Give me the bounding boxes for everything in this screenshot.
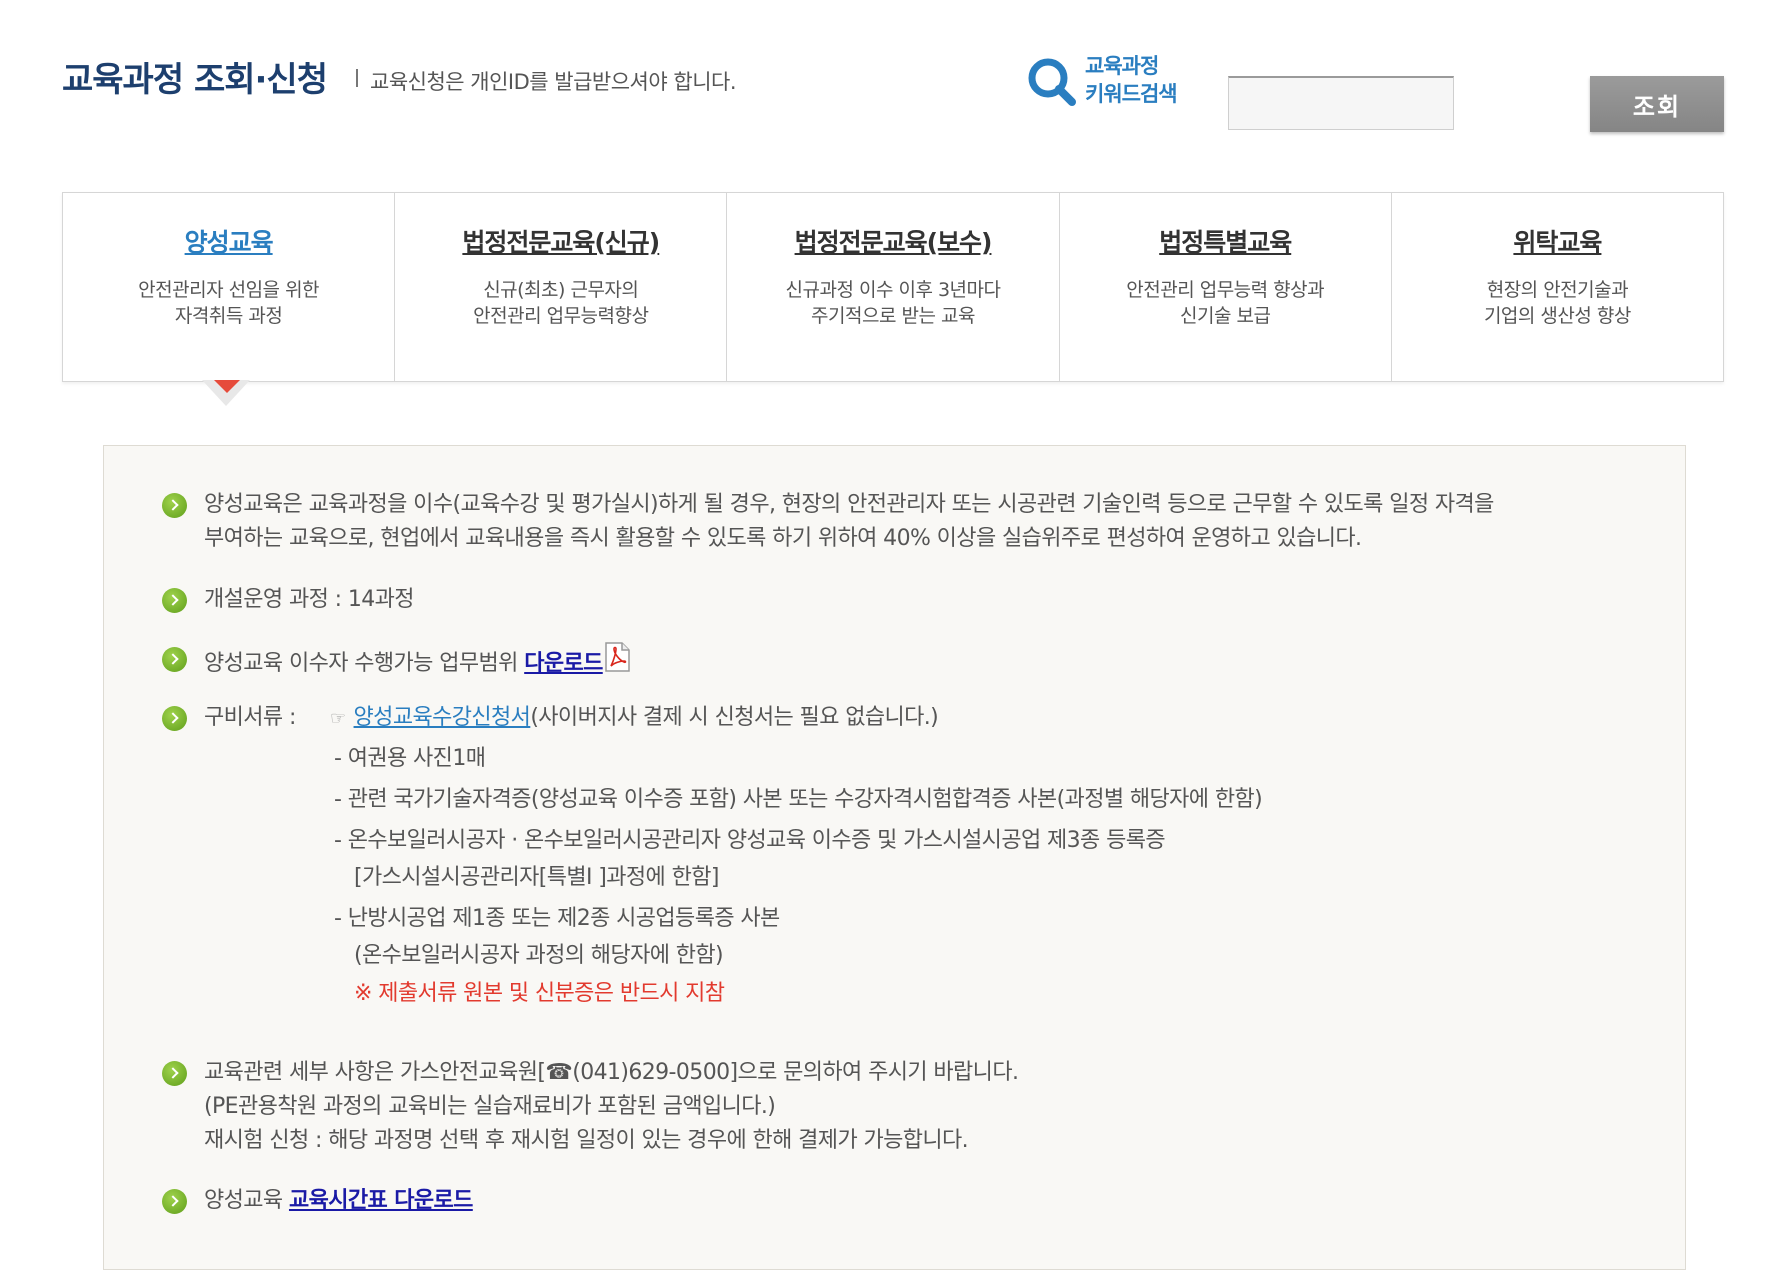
search-label-line1: 교육과정 bbox=[1085, 54, 1159, 78]
form-note: (사이버지사 결제 시 신청서는 필요 없습니다.) bbox=[530, 705, 939, 730]
documents-form-line: ☞ 양성교육수강신청서(사이버지사 결제 시 신청서는 필요 없습니다.) bbox=[330, 701, 939, 736]
tab-legal-refresher[interactable]: 법정전문교육(보수) 신규과정 이수 이후 3년마다 주기적으로 받는 교육 bbox=[727, 193, 1060, 381]
doc-item: - 난방시공업 제1종 또는 제2종 시공업등록증 사본 bbox=[334, 906, 780, 931]
green-arrow-bullet-icon bbox=[162, 1061, 187, 1086]
documents-warning: ※ 제출서류 원본 및 신분증은 반드시 지참 bbox=[354, 981, 725, 1006]
page-title: 교육과정 조회·신청 bbox=[62, 60, 328, 100]
course-count: 개설운영 과정 : 14과정 bbox=[204, 587, 415, 612]
tab-title[interactable]: 법정전문교육(보수) bbox=[795, 223, 993, 259]
tab-title[interactable]: 법정전문교육(신규) bbox=[462, 223, 660, 259]
tab-desc-line: 자격취득 과정 bbox=[174, 305, 283, 327]
search-icon bbox=[1028, 58, 1076, 106]
green-arrow-bullet-icon bbox=[162, 647, 187, 672]
pointing-hand-icon: ☞ bbox=[330, 708, 346, 729]
search-label-line2: 키워드검색 bbox=[1085, 82, 1178, 106]
course-info-box: 양성교육은 교육과정을 이수(교육수강 및 평가실시)하게 될 경우, 현장의 … bbox=[103, 445, 1686, 1270]
info-item-courses: 개설운영 과정 : 14과정 bbox=[162, 583, 415, 617]
info-item-intro: 양성교육은 교육과정을 이수(교육수강 및 평가실시)하게 될 경우, 현장의 … bbox=[162, 488, 1494, 556]
keyword-search-input[interactable] bbox=[1228, 76, 1454, 130]
active-tab-arrow-icon bbox=[214, 380, 240, 393]
title-divider bbox=[356, 69, 358, 87]
tab-consignment[interactable]: 위탁교육 현장의 안전기술과 기업의 생산성 향상 bbox=[1392, 193, 1723, 381]
green-arrow-bullet-icon bbox=[162, 1189, 187, 1214]
contact-line: (PE관용착원 과정의 교육비는 실습재료비가 포함된 금액입니다.) bbox=[204, 1094, 776, 1119]
tab-legal-special[interactable]: 법정특별교육 안전관리 업무능력 향상과 신기술 보급 bbox=[1060, 193, 1392, 381]
info-item-documents: 구비서류 : bbox=[162, 701, 296, 735]
tab-title[interactable]: 위탁교육 bbox=[1513, 223, 1602, 259]
course-category-tabs: 양성교육 안전관리자 선임을 위한 자격취득 과정 법정전문교육(신규) 신규(… bbox=[62, 192, 1724, 382]
tab-legal-new[interactable]: 법정전문교육(신규) 신규(최초) 근무자의 안전관리 업무능력향상 bbox=[395, 193, 728, 381]
tab-desc-line: 주기적으로 받는 교육 bbox=[811, 305, 975, 327]
tab-title[interactable]: 법정특별교육 bbox=[1159, 223, 1292, 259]
search-button[interactable]: 조회 bbox=[1590, 76, 1724, 132]
tab-desc: 신규(최초) 근무자의 안전관리 업무능력향상 bbox=[395, 277, 726, 329]
doc-item-cont: (온수보일러시공자 과정의 해당자에 한함) bbox=[354, 943, 724, 968]
tab-desc-line: 신규과정 이수 이후 3년마다 bbox=[785, 279, 1002, 301]
tab-desc: 안전관리 업무능력 향상과 신기술 보급 bbox=[1060, 277, 1391, 329]
application-form-link[interactable]: 양성교육수강신청서 bbox=[354, 705, 531, 730]
intro-line: 부여하는 교육으로, 현업에서 교육내용을 즉시 활용할 수 있도록 하기 위하… bbox=[204, 526, 1362, 551]
info-item-timetable: 양성교육 교육시간표 다운로드 bbox=[162, 1184, 473, 1218]
id-notice: 교육신청은 개인ID를 발급받으셔야 합니다. bbox=[370, 70, 737, 94]
contact-line: 교육관련 세부 사항은 가스안전교육원[☎(041)629-0500]으로 문의… bbox=[204, 1060, 1019, 1085]
contact-line: 재시험 신청 : 해당 과정명 선택 후 재시험 일정이 있는 경우에 한해 결… bbox=[204, 1128, 969, 1153]
green-arrow-bullet-icon bbox=[162, 493, 187, 518]
tab-desc: 신규과정 이수 이후 3년마다 주기적으로 받는 교육 bbox=[727, 277, 1058, 329]
doc-item: - 관련 국가기술자격증(양성교육 이수증 포함) 사본 또는 수강자격시험합격… bbox=[334, 787, 1263, 812]
tab-desc: 안전관리자 선임을 위한 자격취득 과정 bbox=[63, 277, 394, 329]
documents-label: 구비서류 : bbox=[204, 705, 296, 730]
green-arrow-bullet-icon bbox=[162, 588, 187, 613]
tab-desc: 현장의 안전기술과 기업의 생산성 향상 bbox=[1392, 277, 1723, 329]
tab-desc-line: 현장의 안전기술과 bbox=[1486, 279, 1629, 301]
tab-desc-line: 신기술 보급 bbox=[1179, 305, 1271, 327]
tab-desc-line: 안전관리 업무능력향상 bbox=[473, 305, 649, 327]
pdf-icon[interactable] bbox=[604, 642, 630, 672]
tab-desc-line: 안전관리자 선임을 위한 bbox=[138, 279, 320, 301]
timetable-label: 양성교육 bbox=[204, 1188, 283, 1213]
tab-desc-line: 기업의 생산성 향상 bbox=[1483, 305, 1631, 327]
tab-title[interactable]: 양성교육 bbox=[185, 223, 274, 259]
info-item-contact: 교육관련 세부 사항은 가스안전교육원[☎(041)629-0500]으로 문의… bbox=[162, 1056, 1019, 1158]
green-arrow-bullet-icon bbox=[162, 706, 187, 731]
doc-item: - 온수보일러시공자 · 온수보일러시공관리자 양성교육 이수증 및 가스시설시… bbox=[334, 828, 1166, 853]
scope-download-link[interactable]: 다운로드 bbox=[524, 651, 603, 676]
timetable-download-link[interactable]: 교육시간표 다운로드 bbox=[289, 1188, 473, 1213]
info-item-scope: 양성교육 이수자 수행가능 업무범위 다운로드 bbox=[162, 642, 630, 681]
keyword-search-label: 교육과정 키워드검색 bbox=[1085, 52, 1178, 108]
scope-label: 양성교육 이수자 수행가능 업무범위 bbox=[204, 651, 518, 676]
tab-desc-line: 안전관리 업무능력 향상과 bbox=[1126, 279, 1325, 301]
tab-training[interactable]: 양성교육 안전관리자 선임을 위한 자격취득 과정 bbox=[63, 193, 396, 381]
doc-item: - 여권용 사진1매 bbox=[334, 746, 486, 771]
intro-line: 양성교육은 교육과정을 이수(교육수강 및 평가실시)하게 될 경우, 현장의 … bbox=[204, 492, 1494, 517]
tab-desc-line: 신규(최초) 근무자의 bbox=[483, 279, 639, 301]
doc-item-cont: [가스시설시공관리자[특별I ]과정에 한함] bbox=[354, 865, 719, 890]
